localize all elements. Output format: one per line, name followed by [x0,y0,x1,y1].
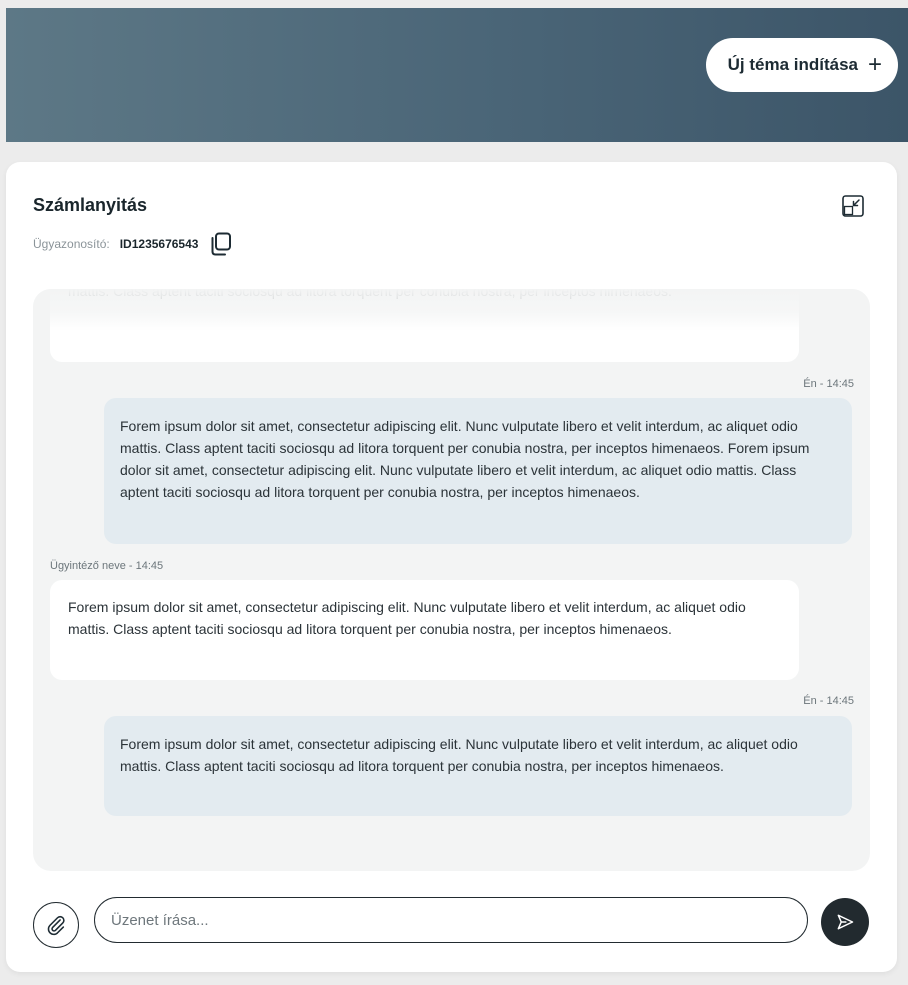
message-bubble-mine: Forem ipsum dolor sit amet, consectetur … [104,398,852,544]
message-text: Forem ipsum dolor sit amet, consectetur … [68,599,746,637]
message-bubble-agent: Forem ipsum dolor sit amet, consectetur … [50,580,799,680]
message-meta: Ügyintéző neve - 14:45 [50,560,164,572]
plus-icon: + [867,51,882,78]
new-topic-label: Új téma indítása [727,55,858,74]
paperclip-icon [47,915,65,936]
collapse-button[interactable] [841,194,865,218]
copy-icon [211,232,232,256]
collapse-icon [842,195,864,217]
copy-case-id-button[interactable] [210,232,232,256]
message-bubble-mine: Forem ipsum dolor sit amet, consectetur … [104,716,852,816]
chat-panel: Számlanyitás Ügyazonosító: ID1235676543 … [6,162,897,972]
send-icon [837,914,854,930]
case-id-label: Ügyazonosító: [33,237,110,251]
message-meta: Én - 14:45 [803,378,854,390]
new-topic-button[interactable]: Új téma indítása + [705,38,898,92]
message-input[interactable] [94,897,808,943]
message-text: Forem ipsum dolor sit amet, consectetur … [120,418,810,500]
attach-button[interactable] [33,902,79,948]
case-id-value: ID1235676543 [119,237,199,251]
page-header: Új téma indítása + [6,8,908,142]
message-meta: Én - 14:45 [803,695,854,707]
message-thread[interactable]: Forem ipsum dolor sit amet, consectetur … [33,289,870,871]
send-button[interactable] [821,898,869,946]
ticket-title: Számlanyitás [33,195,148,215]
message-text: Forem ipsum dolor sit amet, consectetur … [68,289,672,299]
message-bubble-agent: Forem ipsum dolor sit amet, consectetur … [50,289,799,362]
case-id-row: Ügyazonosító: ID1235676543 [33,232,232,256]
message-text: Forem ipsum dolor sit amet, consectetur … [120,736,798,774]
